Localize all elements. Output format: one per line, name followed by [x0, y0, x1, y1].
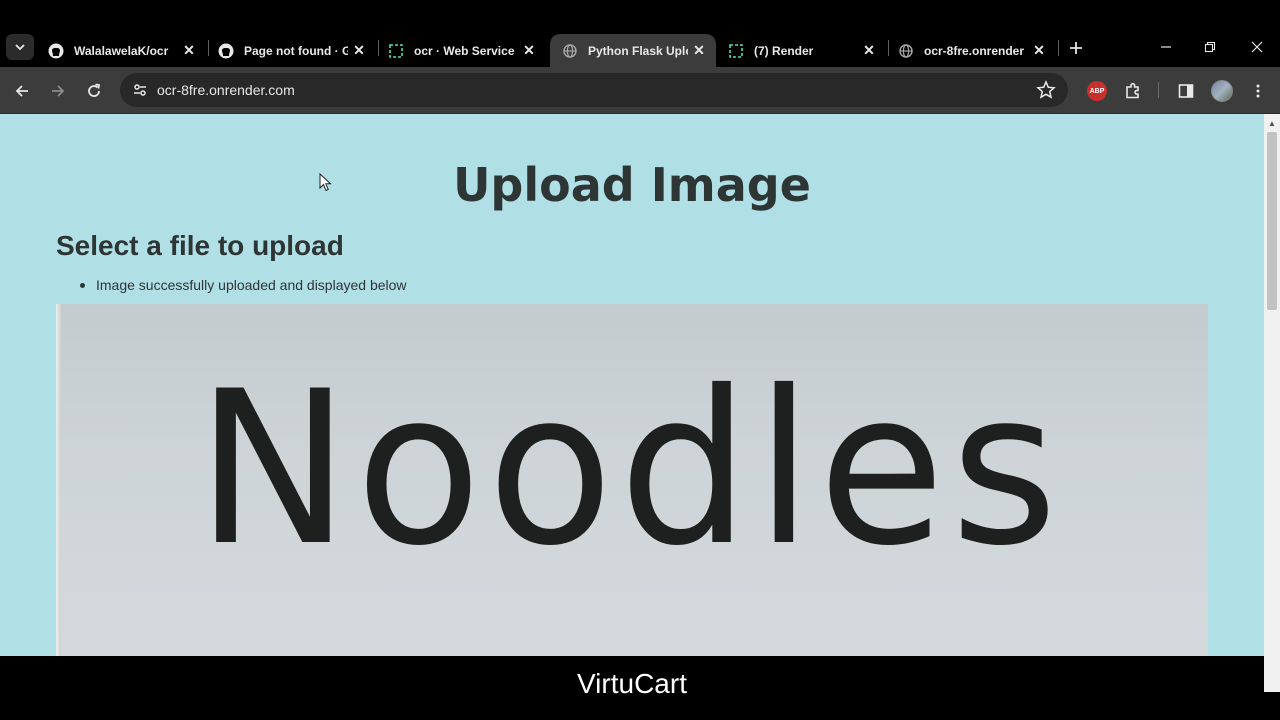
image-paper-edge	[56, 304, 61, 656]
flash-message-list: Image successfully uploaded and displaye…	[80, 277, 407, 293]
page-content: Upload Image Select a file to upload Ima…	[0, 114, 1264, 656]
plus-icon	[1070, 42, 1082, 54]
reload-icon	[88, 83, 101, 97]
handwritten-word: Noodles	[196, 345, 1064, 592]
github-icon	[48, 43, 64, 59]
close-icon	[1251, 41, 1263, 53]
restore-button[interactable]	[1188, 34, 1232, 60]
forward-button[interactable]	[44, 77, 72, 105]
close-tab-icon[interactable]: ✕	[178, 40, 200, 62]
scroll-up-arrow-icon[interactable]: ▲	[1264, 116, 1280, 130]
render-icon	[388, 43, 404, 59]
scroll-thumb[interactable]	[1267, 132, 1277, 310]
tab-ocr-web-service[interactable]: ocr · Web Service ✕	[376, 34, 546, 67]
tab-page-not-found[interactable]: Page not found · G ✕	[206, 34, 376, 67]
side-panel-icon	[1178, 84, 1194, 98]
tab-title: WalalawelaK/ocr	[74, 43, 169, 58]
close-window-button[interactable]	[1235, 34, 1279, 60]
adblock-plus-extension[interactable]: ABP	[1084, 78, 1110, 104]
side-panel-button[interactable]	[1173, 78, 1199, 104]
tab-separator	[1058, 40, 1059, 56]
new-tab-button[interactable]	[1064, 36, 1088, 60]
arrow-left-icon	[15, 85, 28, 97]
site-info-icon[interactable]	[128, 78, 152, 102]
bullet-icon	[80, 282, 85, 288]
flash-message-text: Image successfully uploaded and displaye…	[96, 277, 407, 293]
url-text[interactable]: ocr-8fre.onrender.com	[157, 82, 295, 98]
toolbar-separator	[1158, 82, 1159, 98]
page-title: Upload Image	[453, 158, 811, 212]
upload-subheading: Select a file to upload	[56, 230, 344, 261]
abp-icon: ABP	[1087, 81, 1107, 101]
mouse-pointer-icon	[319, 173, 332, 192]
arrow-right-icon	[52, 85, 65, 97]
bottom-caption: VirtuCart	[577, 668, 687, 699]
tab-title: ocr-8fre.onrender	[924, 43, 1025, 58]
page-scrollbar[interactable]: ▲	[1264, 114, 1280, 692]
globe-icon	[562, 43, 578, 59]
profile-button[interactable]	[1209, 78, 1235, 104]
tab-render[interactable]: (7) Render ✕	[716, 34, 886, 67]
render-icon	[728, 43, 744, 59]
address-bar[interactable]: ocr-8fre.onrender.com	[120, 73, 1068, 107]
tab-title: Python Flask Uplo	[588, 43, 688, 58]
minimize-button[interactable]	[1144, 34, 1188, 60]
extensions-button[interactable]	[1120, 78, 1146, 104]
github-icon	[218, 43, 234, 59]
uploaded-image: Noodles	[56, 304, 1208, 656]
flash-message: Image successfully uploaded and displaye…	[80, 277, 407, 293]
close-tab-icon[interactable]: ✕	[858, 40, 880, 62]
more-vert-icon	[1256, 84, 1260, 98]
tab-title: ocr · Web Service	[414, 43, 515, 58]
globe-icon	[898, 43, 914, 59]
tab-title: (7) Render	[754, 43, 814, 58]
tab-ocr-onrender[interactable]: ocr-8fre.onrender ✕	[886, 34, 1056, 67]
bookmark-star-icon[interactable]	[1036, 80, 1056, 100]
puzzle-icon	[1126, 82, 1139, 99]
back-button[interactable]	[8, 77, 36, 105]
browser-toolbar: ocr-8fre.onrender.com ABP	[0, 67, 1280, 114]
tab-walalawelak-ocr[interactable]: WalalawelaK/ocr ✕	[36, 34, 206, 67]
close-tab-icon[interactable]: ✕	[688, 40, 710, 62]
chevron-down-icon	[15, 44, 25, 51]
close-tab-icon[interactable]: ✕	[348, 40, 370, 62]
tab-search-button[interactable]	[6, 34, 34, 60]
bottom-caption-bar: VirtuCart	[0, 656, 1264, 720]
tab-title: Page not found · G	[244, 43, 348, 58]
restore-icon	[1204, 41, 1216, 53]
tab-strip: WalalawelaK/ocr ✕ Page not found · G ✕ o…	[0, 0, 1280, 67]
menu-button[interactable]	[1245, 78, 1271, 104]
tab-python-flask-upload[interactable]: Python Flask Uplo ✕	[550, 34, 716, 67]
close-tab-icon[interactable]: ✕	[518, 40, 540, 62]
close-tab-icon[interactable]: ✕	[1028, 40, 1050, 62]
avatar	[1211, 80, 1233, 102]
minimize-icon	[1161, 46, 1171, 48]
reload-button[interactable]	[80, 77, 108, 105]
